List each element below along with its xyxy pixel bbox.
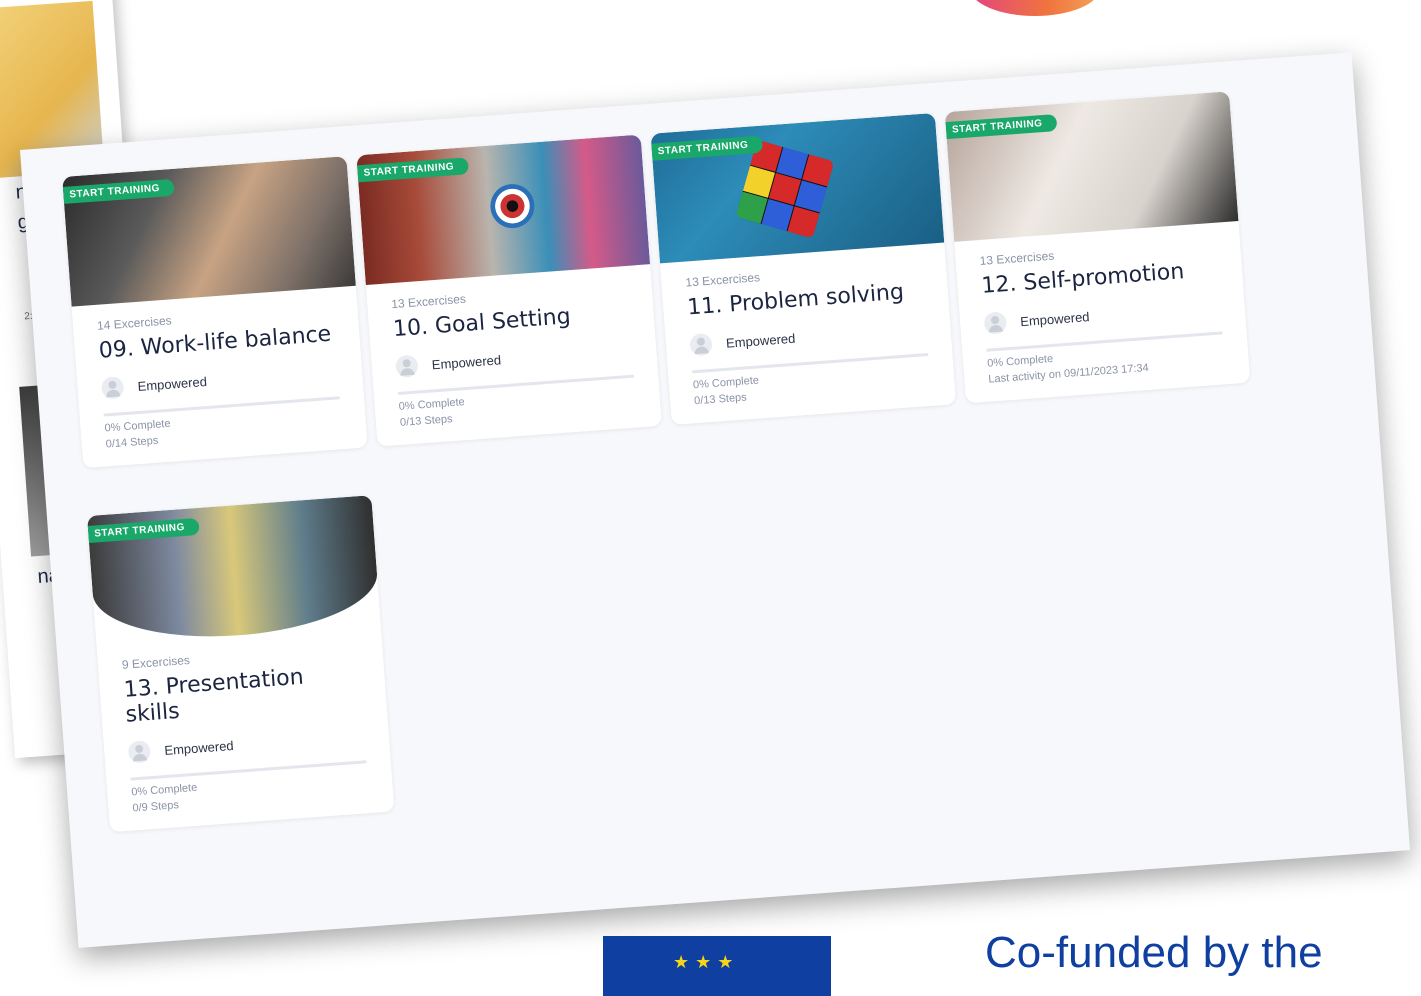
start-training-badge[interactable]: START TRAINING <box>945 114 1057 139</box>
target-photo-icon: START TRAINING <box>356 135 650 286</box>
author-name: Empowered <box>1020 309 1090 329</box>
work-life-photo-icon: START TRAINING <box>62 156 356 307</box>
course-author: Empowered <box>689 317 927 356</box>
avatar-icon <box>689 333 713 357</box>
course-author: Empowered <box>395 339 633 378</box>
author-name: Empowered <box>431 352 501 372</box>
eu-flag: ★★★ <box>603 936 831 996</box>
course-card[interactable]: START TRAINING 13 Excercises 10. Goal Se… <box>356 135 662 447</box>
author-name: Empowered <box>725 330 795 350</box>
avatar-icon <box>984 311 1008 335</box>
course-grid-panel: START TRAINING 14 Excercises 09. Work-li… <box>20 52 1410 948</box>
author-name: Empowered <box>137 373 207 393</box>
avatar-icon <box>395 354 419 378</box>
start-training-badge[interactable]: START TRAINING <box>357 157 469 182</box>
rubiks-cube-icon <box>736 140 835 239</box>
course-author: Empowered <box>101 360 339 399</box>
laptop-meeting-photo-icon: START TRAINING <box>945 91 1239 242</box>
course-card[interactable]: START TRAINING 13 Excercises 11. Problem… <box>651 113 957 425</box>
start-training-badge[interactable]: START TRAINING <box>651 136 763 161</box>
course-author: Empowered <box>128 724 366 763</box>
start-training-badge[interactable]: START TRAINING <box>63 179 175 204</box>
course-card[interactable]: START TRAINING 13 Excercises 12. Self-pr… <box>945 91 1251 403</box>
cofunded-text: Co-funded by the <box>985 928 1323 978</box>
author-name: Empowered <box>164 737 234 757</box>
course-author: Empowered <box>984 296 1222 335</box>
course-card[interactable]: START TRAINING 9 Excercises 13. Presenta… <box>87 495 394 832</box>
target-icon <box>489 183 536 230</box>
avatar-icon <box>128 740 152 764</box>
eu-stars-icon: ★★★ <box>673 952 739 973</box>
partner-logo <box>970 0 1100 16</box>
start-training-badge[interactable]: START TRAINING <box>88 518 200 543</box>
avatar-icon <box>101 376 125 400</box>
rubiks-cube-photo-icon: START TRAINING <box>651 113 945 264</box>
presentation-photo-icon: START TRAINING <box>87 495 381 646</box>
course-title[interactable]: 13. Presentation skills <box>123 661 363 728</box>
course-card[interactable]: START TRAINING 14 Excercises 09. Work-li… <box>62 156 368 468</box>
